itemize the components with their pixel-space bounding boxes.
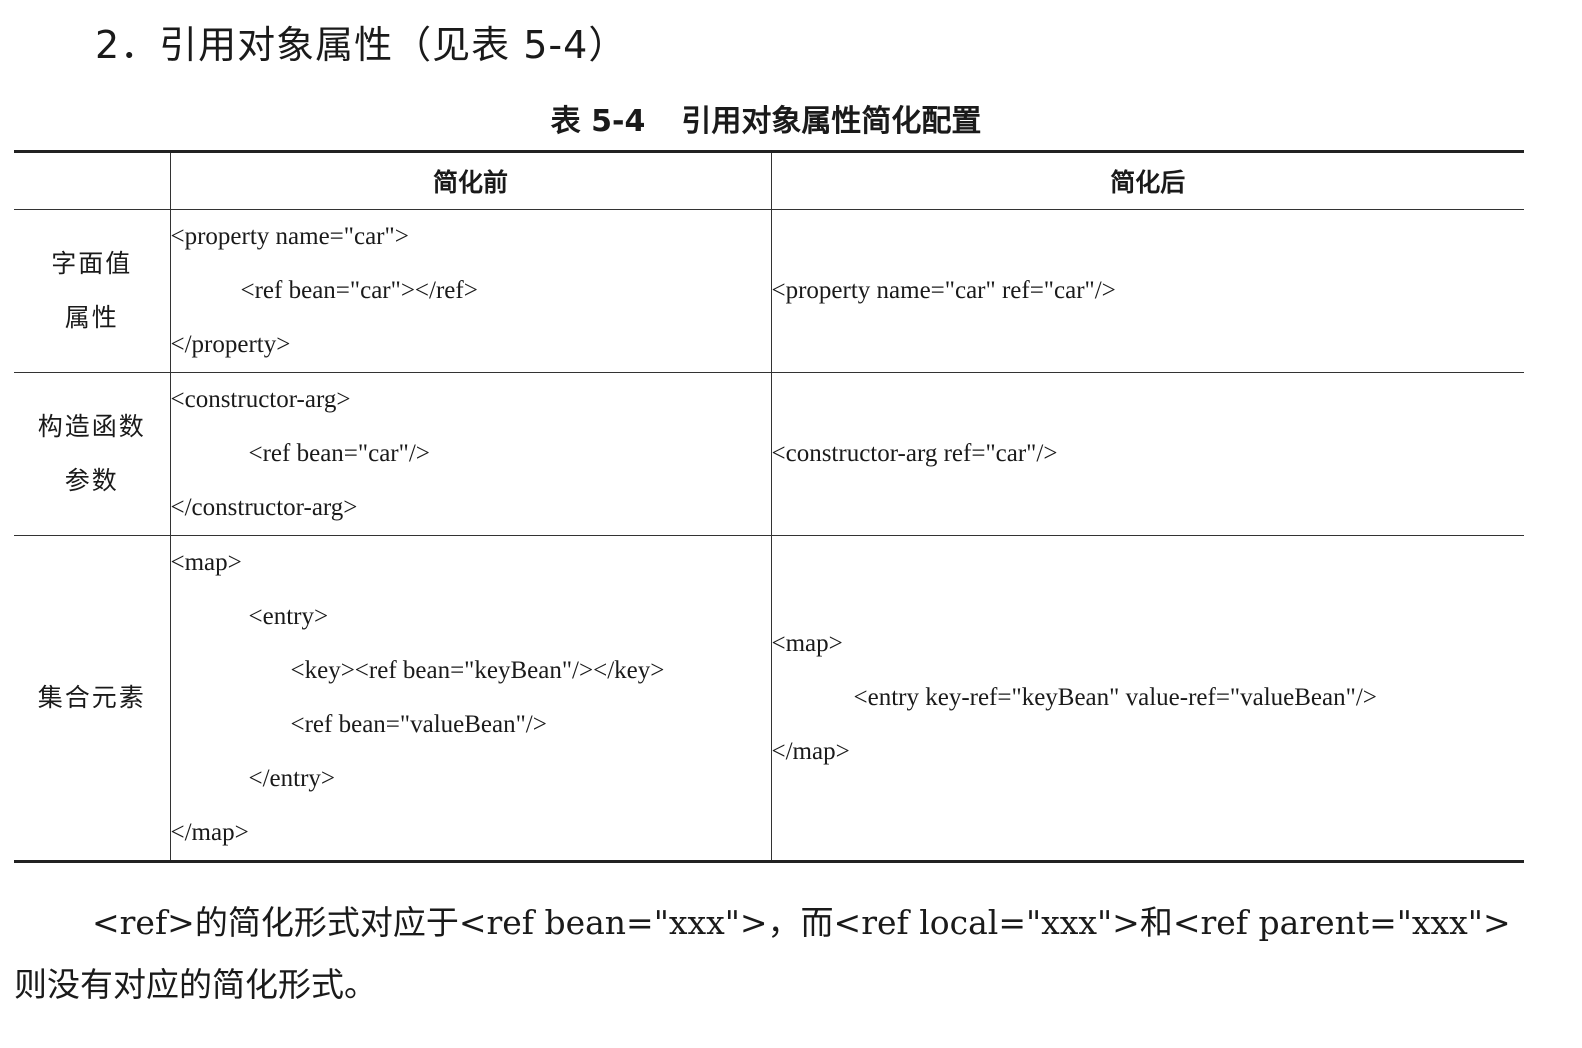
code-line: </entry>	[248, 765, 336, 792]
row-label: 字面值 属性	[14, 209, 170, 373]
code-line: <entry>	[248, 603, 329, 630]
body-paragraph: <ref>的简化形式对应于<ref bean="xxx">，而<ref loca…	[14, 892, 1534, 1016]
table-caption-number: 表 5-4	[550, 104, 646, 139]
before-code: <constructor-arg> <ref bean="car"/> </co…	[169, 372, 771, 536]
table-caption: 表 5-4 引用对象属性简化配置	[0, 96, 1532, 140]
code-line: <ref bean="car"></ref>	[240, 277, 478, 304]
after-code: <map> <entry key-ref="keyBean" value-ref…	[770, 535, 1524, 862]
code-line: <ref bean="valueBean"/>	[290, 711, 547, 738]
config-table: 简化前 简化后 字面值 属性 <property name="car"> <re…	[14, 150, 1524, 863]
code-line: <map>	[170, 549, 242, 576]
table-row: 字面值 属性 <property name="car"> <ref bean="…	[14, 209, 1524, 373]
paragraph-line: 则没有对应的简化形式。	[14, 965, 377, 1004]
code-line: <map>	[771, 630, 843, 657]
before-code: <property name="car"> <ref bean="car"></…	[169, 209, 771, 373]
code-line: </map>	[170, 819, 249, 846]
code-line: <property name="car">	[170, 223, 409, 250]
code-line: <entry key-ref="keyBean" value-ref="valu…	[853, 684, 1377, 711]
code-line: <property name="car" ref="car"/>	[771, 277, 1116, 304]
section-heading: 2．引用对象属性（见表 5-4）	[95, 23, 628, 67]
header-cell-empty	[14, 151, 170, 210]
table-header-row: 简化前 简化后	[14, 151, 1524, 210]
after-code: <constructor-arg ref="car"/>	[770, 372, 1524, 536]
header-cell-after: 简化后	[770, 151, 1524, 210]
table-caption-title: 引用对象属性简化配置	[681, 104, 982, 139]
row-label: 构造函数 参数	[14, 372, 170, 536]
table-row: 集合元素 <map> <entry> <key><ref bean="keyBe…	[14, 535, 1524, 862]
code-line: <key><ref bean="keyBean"/></key>	[290, 657, 665, 684]
code-line: <constructor-arg>	[170, 386, 351, 413]
code-line: </map>	[771, 738, 850, 765]
code-line: <ref bean="car"/>	[248, 440, 430, 467]
table-row: 构造函数 参数 <constructor-arg> <ref bean="car…	[14, 372, 1524, 536]
before-code: <map> <entry> <key><ref bean="keyBean"/>…	[169, 535, 771, 862]
row-label: 集合元素	[14, 535, 170, 862]
code-line: <constructor-arg ref="car"/>	[771, 440, 1058, 467]
code-line: </constructor-arg>	[170, 494, 358, 521]
paragraph-line: <ref>的简化形式对应于<ref bean="xxx">，而<ref loca…	[92, 903, 1511, 942]
header-cell-before: 简化前	[169, 151, 771, 210]
after-code: <property name="car" ref="car"/>	[770, 209, 1524, 373]
code-line: </property>	[170, 331, 291, 358]
